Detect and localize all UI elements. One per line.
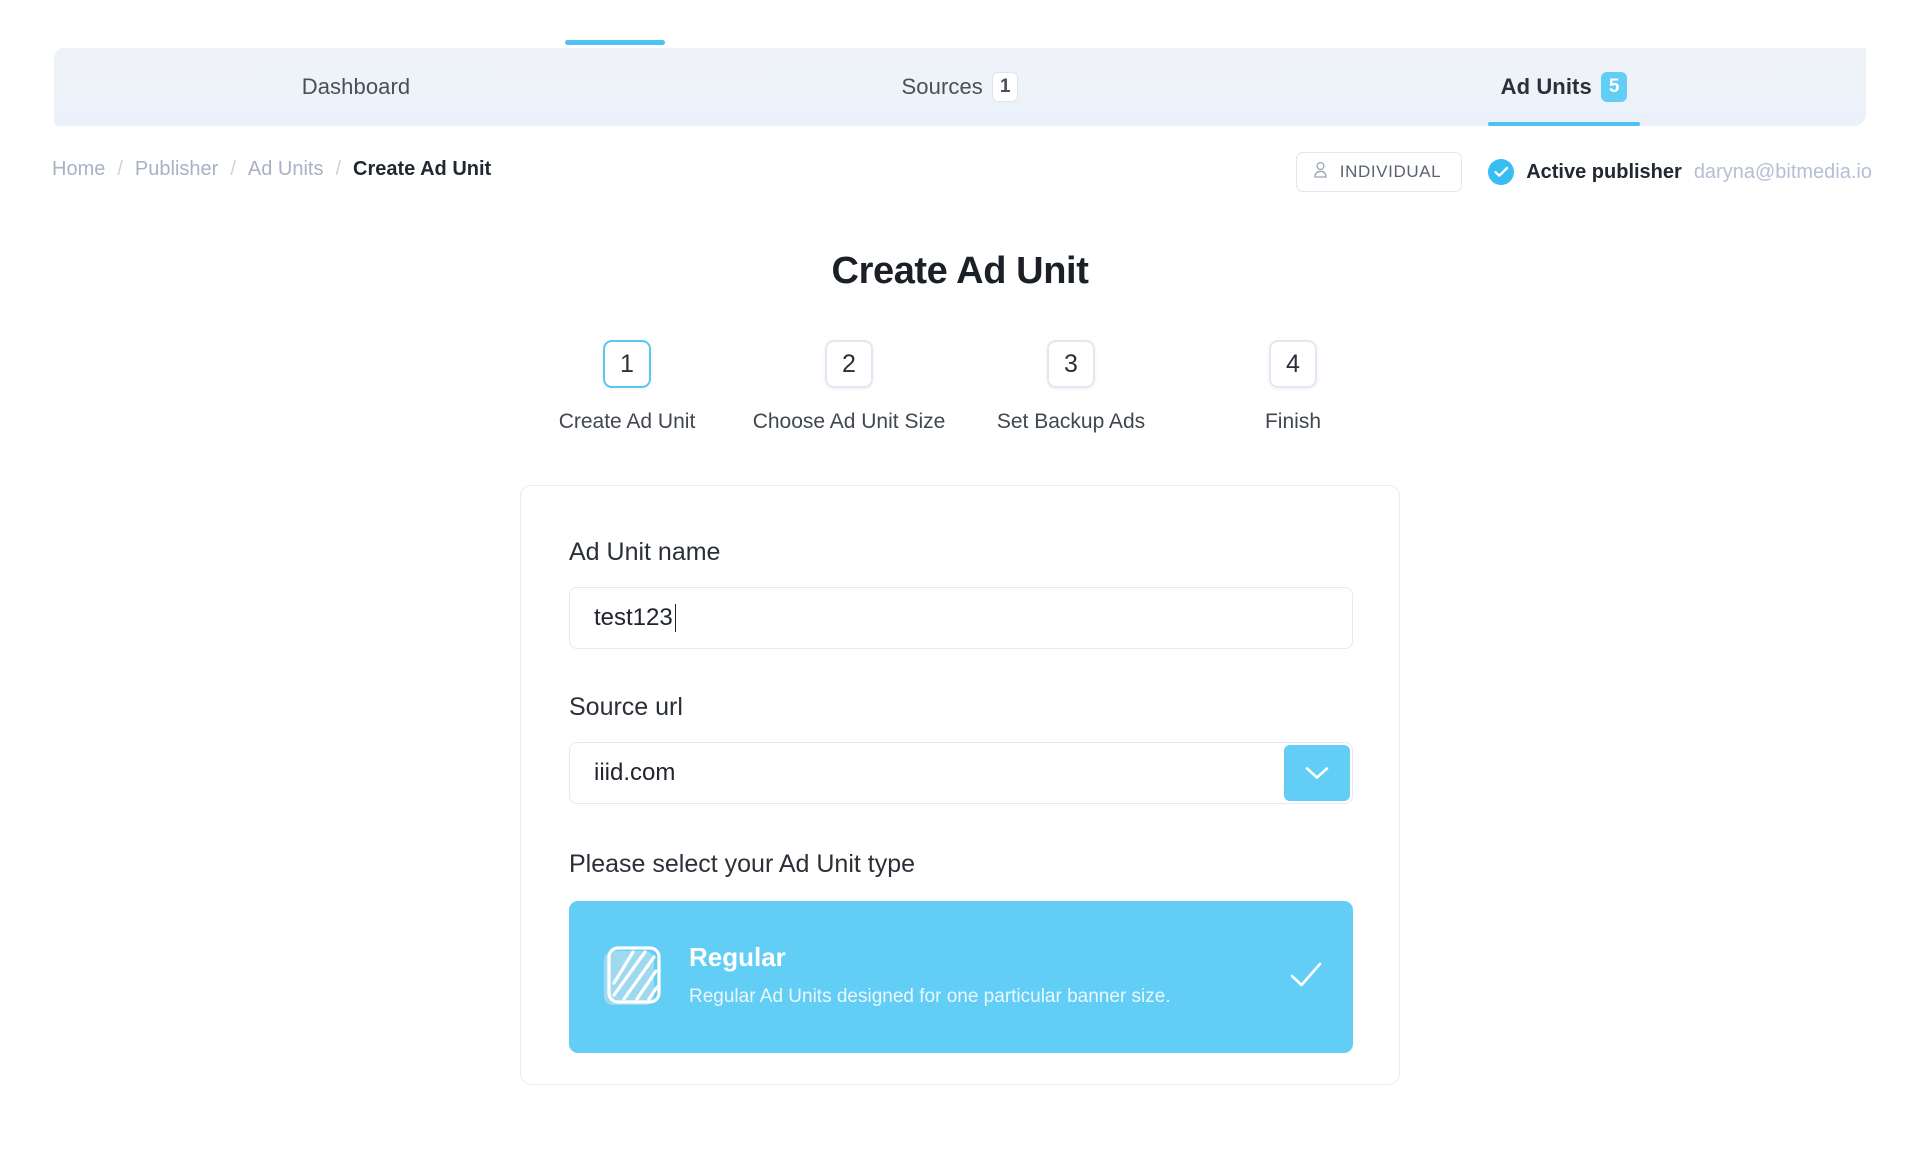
breadcrumb-item-home[interactable]: Home [52, 158, 105, 181]
tab-dashboard-label: Dashboard [301, 74, 411, 99]
person-icon [1313, 161, 1328, 183]
tab-sources-label: Sources [901, 74, 983, 99]
account-type-pill[interactable]: INDIVIDUAL [1295, 152, 1463, 192]
text-caret [674, 604, 677, 632]
step-4-finish[interactable]: 4 Finish [1182, 340, 1404, 434]
page-title: Create Ad Unit [831, 250, 1089, 292]
ad-unit-type-title: Regular [689, 942, 786, 973]
publisher-status: Active publisher daryna@bitmedia.io [1488, 159, 1872, 185]
step-1-label: Create Ad Unit [558, 410, 696, 433]
tab-ad-units-badge: 5 [1600, 72, 1628, 102]
step-3-number[interactable]: 3 [1047, 340, 1095, 388]
main-tab-bar: Dashboard Sources 1 Ad Units 5 [54, 48, 1866, 126]
breadcrumb-separator: / [335, 158, 342, 180]
top-cut-tab-indicator [565, 40, 665, 45]
ad-unit-name-value: test123 [594, 604, 673, 631]
account-type-label: INDIVIDUAL [1339, 162, 1442, 181]
ad-unit-name-input[interactable]: test123 [569, 587, 1353, 649]
source-url-label: Source url [569, 693, 683, 721]
breadcrumb-separator: / [117, 158, 123, 180]
chevron-down-icon[interactable] [1284, 745, 1350, 801]
striped-banner-icon [601, 945, 663, 1009]
breadcrumb-item-current: Create Ad Unit [353, 158, 492, 180]
step-1-create-ad-unit[interactable]: 1 Create Ad Unit [516, 340, 849, 434]
verified-check-icon [1488, 159, 1515, 185]
tab-ad-units[interactable]: Ad Units 5 [1262, 48, 1866, 126]
wizard-stepper: 1 Create Ad Unit 2 Choose Ad Unit Size 3… [0, 340, 1920, 434]
tab-ad-units-label: Ad Units [1500, 74, 1592, 99]
breadcrumb-separator: / [230, 158, 236, 180]
tab-sources[interactable]: Sources 1 [658, 48, 1262, 126]
tab-active-indicator [1488, 122, 1640, 126]
breadcrumb: Home / Publisher / Ad Units / Create Ad … [52, 158, 491, 181]
ad-unit-type-heading: Please select your Ad Unit type [569, 850, 916, 878]
step-2-number[interactable]: 2 [825, 340, 873, 388]
step-4-number[interactable]: 4 [1269, 340, 1317, 388]
breadcrumb-item-ad-units[interactable]: Ad Units [248, 158, 324, 181]
header-account-area: INDIVIDUAL Active publisher daryna@bitme… [1295, 152, 1872, 192]
ad-unit-type-option-regular[interactable]: Regular Regular Ad Units designed for on… [569, 901, 1353, 1053]
ad-unit-type-texts: Regular Regular Ad Units designed for on… [689, 942, 1263, 1012]
tab-dashboard[interactable]: Dashboard [54, 48, 658, 126]
check-icon [1289, 961, 1323, 994]
publisher-status-label: Active publisher [1526, 160, 1682, 183]
publisher-email: daryna@bitmedia.io [1693, 160, 1872, 183]
step-1-number[interactable]: 1 [603, 340, 651, 388]
source-url-value: iiid.com [594, 759, 676, 786]
header-strip: Home / Publisher / Ad Units / Create Ad … [0, 148, 1920, 200]
tab-sources-badge: 1 [991, 72, 1019, 102]
step-4-label: Finish [1264, 410, 1322, 433]
source-url-select[interactable]: iiid.com [569, 742, 1353, 804]
step-2-label: Choose Ad Unit Size [752, 410, 946, 433]
step-3-set-backup-ads[interactable]: 3 Set Backup Ads [960, 340, 1293, 434]
app-root: Dashboard Sources 1 Ad Units 5 Home / Pu… [0, 0, 1920, 1171]
create-ad-unit-form-card: Ad Unit name test123 Source url iiid.com… [520, 485, 1400, 1085]
ad-unit-type-description: Regular Ad Units designed for one partic… [689, 986, 1171, 1008]
ad-unit-name-label: Ad Unit name [569, 538, 721, 566]
step-3-label: Set Backup Ads [996, 410, 1146, 433]
step-2-choose-ad-unit-size[interactable]: 2 Choose Ad Unit Size [738, 340, 1071, 434]
breadcrumb-item-publisher[interactable]: Publisher [135, 158, 218, 181]
